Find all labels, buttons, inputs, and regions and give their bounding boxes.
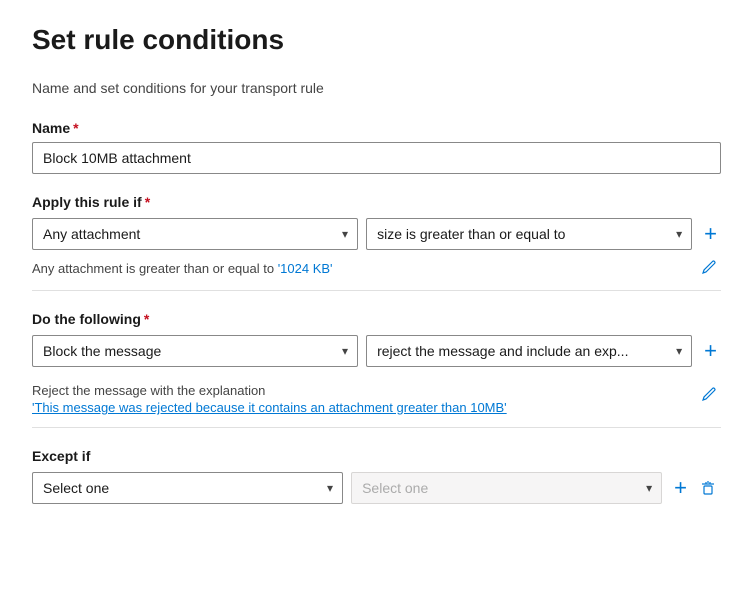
except-if-delete-button[interactable] [695, 477, 721, 499]
apply-rule-condition-wrapper: Any attachment ▾ [32, 218, 358, 250]
page-title: Set rule conditions [32, 24, 721, 56]
page-subtitle: Name and set conditions for your transpo… [32, 80, 721, 96]
except-if-action-icons: + [670, 475, 721, 501]
do-following-modifier-wrapper: reject the message and include an exp...… [366, 335, 692, 367]
except-if-add-button[interactable]: + [670, 475, 691, 501]
except-if-section: Except if Select one ▾ Select one ▾ + [32, 448, 721, 504]
apply-rule-label-text: Apply this rule if [32, 194, 142, 210]
do-following-summary: Reject the message with the explanation … [32, 375, 507, 415]
apply-rule-summary-text: Any attachment is greater than or equal … [32, 261, 333, 276]
name-required-indicator: * [73, 120, 78, 136]
apply-rule-info-row: Any attachment is greater than or equal … [32, 258, 721, 291]
apply-rule-selects-row: Any attachment ▾ size is greater than or… [32, 218, 721, 250]
do-following-label: Do the following * [32, 311, 721, 327]
do-following-selects-row: Block the message ▾ reject the message a… [32, 335, 721, 367]
except-if-value-dropdown[interactable]: Select one [351, 472, 662, 504]
except-if-trash-icon [699, 479, 717, 497]
apply-rule-label: Apply this rule if * [32, 194, 721, 210]
name-section: Name * [32, 120, 721, 174]
do-following-action-dropdown[interactable]: Block the message [32, 335, 358, 367]
do-following-action-wrapper: Block the message ▾ [32, 335, 358, 367]
apply-rule-condition-dropdown[interactable]: Any attachment [32, 218, 358, 250]
except-if-condition-wrapper: Select one ▾ [32, 472, 343, 504]
apply-rule-edit-button[interactable] [697, 258, 721, 278]
apply-rule-operator-wrapper: size is greater than or equal to ▾ [366, 218, 692, 250]
except-if-condition-dropdown[interactable]: Select one [32, 472, 343, 504]
do-following-explanation-link[interactable]: 'This message was rejected because it co… [32, 400, 507, 415]
except-if-selects-row: Select one ▾ Select one ▾ + [32, 472, 721, 504]
do-following-required: * [144, 311, 149, 327]
apply-rule-summary-link[interactable]: '1024 KB' [278, 261, 333, 276]
apply-rule-operator-dropdown[interactable]: size is greater than or equal to [366, 218, 692, 250]
do-following-info-row: Reject the message with the explanation … [32, 375, 721, 428]
do-following-add-button[interactable]: + [700, 338, 721, 364]
except-if-label: Except if [32, 448, 721, 464]
apply-rule-required: * [145, 194, 150, 210]
do-following-explanation-label: Reject the message with the explanation [32, 383, 507, 398]
except-if-value-wrapper: Select one ▾ [351, 472, 662, 504]
do-following-edit-button[interactable] [697, 385, 721, 405]
apply-rule-section: Apply this rule if * Any attachment ▾ si… [32, 194, 721, 291]
apply-rule-add-button[interactable]: + [700, 221, 721, 247]
apply-rule-edit-icon [701, 260, 717, 276]
do-following-modifier-dropdown[interactable]: reject the message and include an exp... [366, 335, 692, 367]
name-label-text: Name [32, 120, 70, 136]
do-following-label-text: Do the following [32, 311, 141, 327]
except-if-label-text: Except if [32, 448, 90, 464]
do-following-section: Do the following * Block the message ▾ r… [32, 311, 721, 428]
name-label: Name * [32, 120, 721, 136]
name-input[interactable] [32, 142, 721, 174]
apply-rule-summary-prefix: Any attachment is greater than or equal … [32, 261, 278, 276]
do-following-edit-icon [701, 387, 717, 403]
